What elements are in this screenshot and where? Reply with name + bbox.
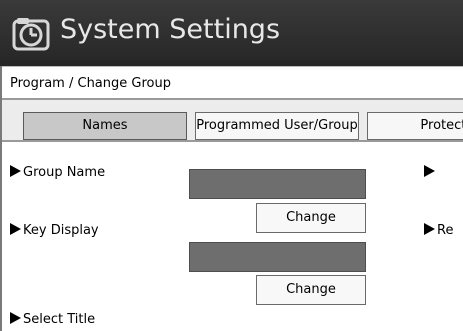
- system-settings-window: System Settings Program / Change Group N…: [0, 0, 463, 331]
- content-panel: Program / Change Group Names Programmed …: [0, 66, 463, 331]
- triangle-bullet-icon: [10, 312, 21, 324]
- window-title: System Settings: [60, 14, 281, 45]
- clock-icon: [12, 15, 50, 53]
- title-bar: System Settings: [0, 0, 463, 66]
- right-row2-label: Re: [424, 223, 453, 238]
- tab-strip: Names Programmed User/Group Protecti: [2, 100, 463, 142]
- triangle-bullet-icon: [424, 165, 435, 177]
- breadcrumb-text: Program / Change Group: [10, 76, 171, 91]
- triangle-bullet-icon: [10, 165, 21, 177]
- key-display-field[interactable]: [189, 242, 366, 272]
- tab-programmed-user-group[interactable]: Programmed User/Group: [195, 112, 359, 140]
- tab-names[interactable]: Names: [23, 112, 187, 140]
- triangle-bullet-icon: [424, 223, 435, 235]
- breadcrumb: Program / Change Group: [2, 66, 463, 100]
- key-display-label: Key Display: [10, 223, 99, 238]
- select-title-label: Select Title: [10, 312, 95, 327]
- right-row1-label: [424, 165, 437, 180]
- tab-protection[interactable]: Protecti: [367, 112, 463, 140]
- triangle-bullet-icon: [10, 223, 21, 235]
- group-name-change-button[interactable]: Change: [256, 203, 366, 233]
- key-display-change-button[interactable]: Change: [256, 275, 366, 305]
- group-name-label: Group Name: [10, 165, 105, 180]
- group-name-field[interactable]: [189, 169, 366, 199]
